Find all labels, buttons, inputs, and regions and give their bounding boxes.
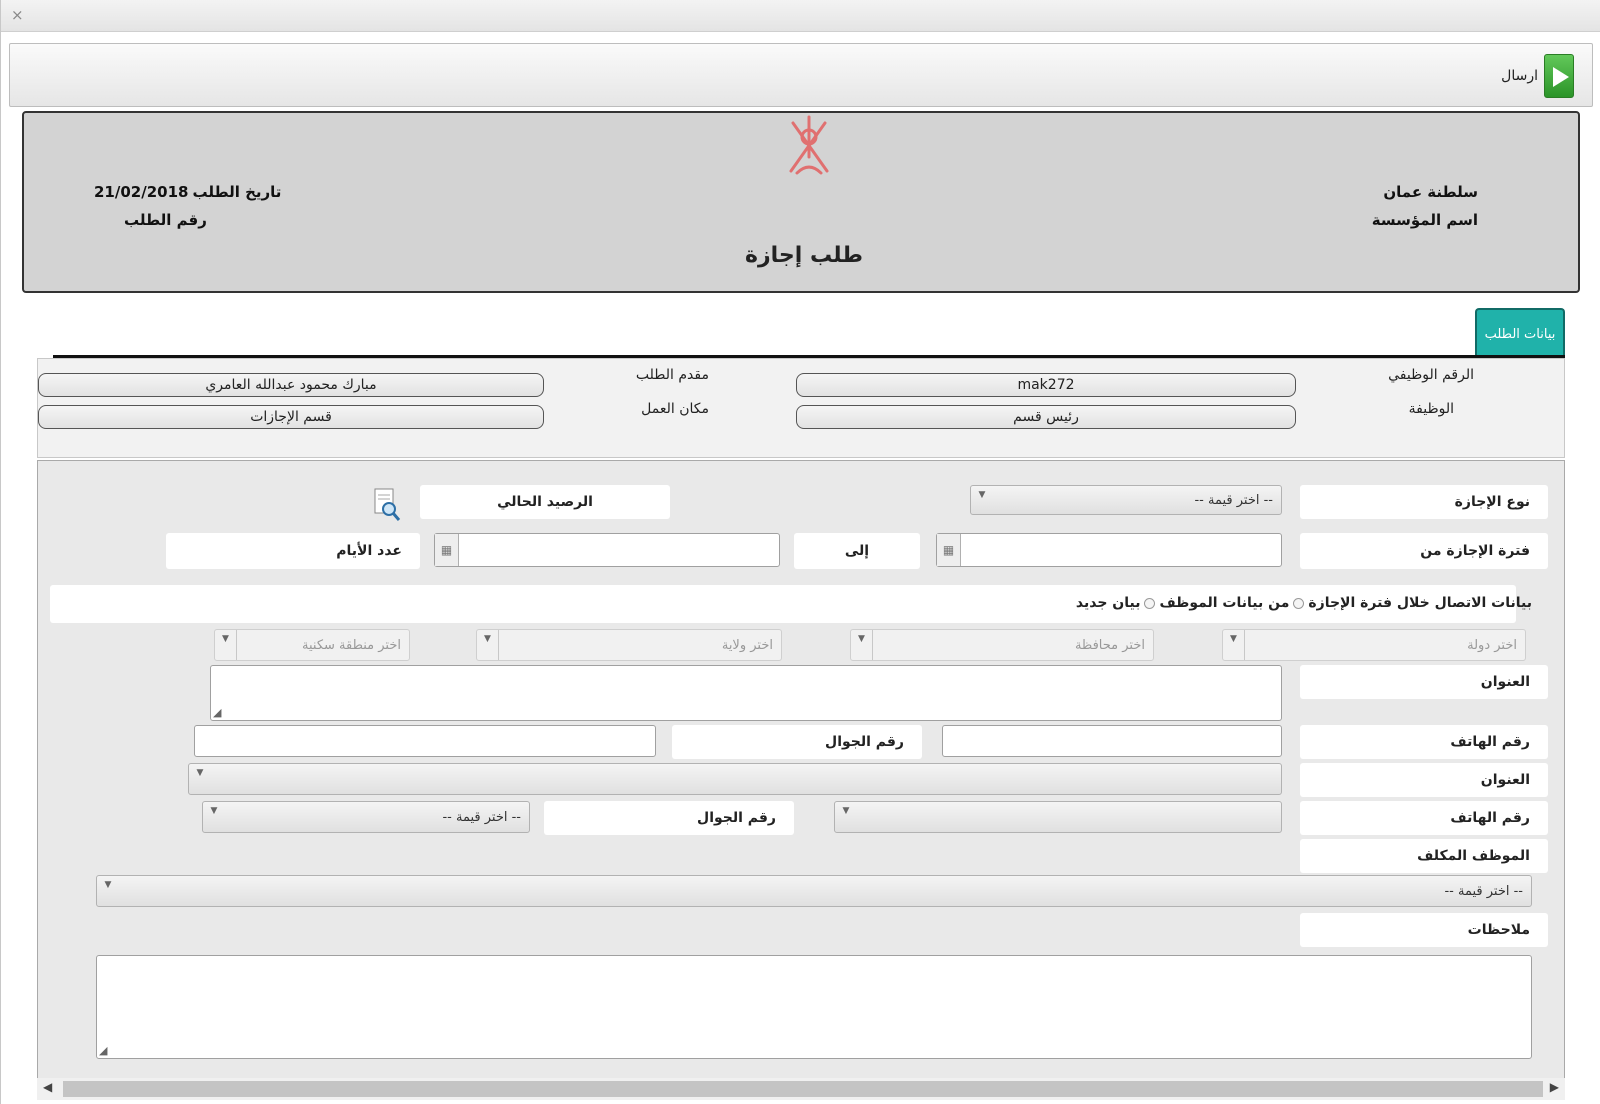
- tab-request-data[interactable]: بيانات الطلب: [1475, 308, 1565, 358]
- dropdown-arrow-icon: ▼: [477, 630, 499, 660]
- residential-area-select[interactable]: اختر منطقة سكنية ▼: [214, 629, 410, 661]
- workplace-field: قسم الإجازات: [38, 405, 544, 429]
- delegate-phone-select[interactable]: ▼: [834, 801, 1282, 833]
- area-value: اختر منطقة سكنية: [302, 637, 401, 653]
- form-header: سلطنة عمان اسم المؤسسة طلب إجازة تاريخ ا…: [22, 111, 1580, 293]
- employee-info-panel: الرقم الوظيفي mak272 مقدم الطلب مبارك مح…: [37, 358, 1565, 458]
- employee-no-field: mak272: [796, 373, 1296, 397]
- governorate-select[interactable]: اختر محافظة ▼: [850, 629, 1154, 661]
- oman-emblem-icon: [789, 115, 829, 175]
- date-from-input[interactable]: ▦: [936, 533, 1282, 567]
- page-title: طلب إجازة: [745, 243, 863, 268]
- workplace-label: مكان العمل: [641, 401, 709, 417]
- calendar-icon[interactable]: ▦: [435, 534, 459, 566]
- assigned-employee-label: الموظف المكلف: [1300, 839, 1548, 873]
- job-field: رئيس قسم: [796, 405, 1296, 429]
- play-arrow-icon: [1544, 54, 1574, 98]
- to-label: إلى: [794, 533, 920, 569]
- leave-type-label: نوع الإجازة: [1300, 485, 1548, 519]
- wilayat-select[interactable]: اختر ولاية ▼: [476, 629, 782, 661]
- dropdown-arrow-icon: ▼: [978, 490, 986, 500]
- title-bar: ×: [1, 0, 1600, 32]
- request-date-value: 21/02/2018: [94, 183, 189, 201]
- contact-options: بيانات الاتصال خلال فترة الإجازة من بيان…: [1076, 595, 1532, 611]
- governorate-value: اختر محافظة: [1074, 637, 1145, 653]
- delegate-mobile-value: -- اختر قيمة --: [442, 809, 521, 825]
- send-button[interactable]: ارسال: [1501, 52, 1574, 100]
- mobile-input[interactable]: [194, 725, 656, 757]
- request-date: تاريخ الطلب 21/02/2018: [94, 183, 281, 201]
- wilayat-value: اختر ولاية: [721, 637, 773, 653]
- delegate-address-label: العنوان: [1300, 763, 1548, 797]
- notes-label: ملاحظات: [1300, 913, 1548, 947]
- horizontal-scrollbar[interactable]: ◀ ▶: [37, 1078, 1565, 1100]
- leave-type-value: -- اختر قيمة --: [1194, 492, 1273, 508]
- close-icon[interactable]: ×: [11, 6, 24, 24]
- document-search-icon[interactable]: [372, 487, 402, 523]
- delegate-phone-label: رقم الهاتف: [1300, 801, 1548, 835]
- calendar-icon[interactable]: ▦: [937, 534, 961, 566]
- request-date-label: تاريخ الطلب: [192, 183, 282, 201]
- leave-form-panel: نوع الإجازة -- اختر قيمة -- ▼ الرصيد الح…: [37, 460, 1565, 1100]
- option-employee-label: من بيانات الموظف: [1159, 595, 1290, 611]
- country-value: اختر دولة: [1467, 637, 1517, 653]
- scroll-left-icon[interactable]: ◀: [43, 1080, 52, 1094]
- app-window: × ارسال سلطنة عمان اسم المؤسسة طلب إجازة…: [0, 0, 1600, 1104]
- mobile-label: رقم الجوال: [672, 725, 922, 759]
- toolbar: ارسال: [9, 43, 1593, 107]
- assigned-employee-value: -- اختر قيمة --: [1444, 883, 1523, 899]
- phone-label: رقم الهاتف: [1300, 725, 1548, 759]
- balance-label: الرصيد الحالي: [420, 485, 670, 519]
- address-label: العنوان: [1300, 665, 1548, 699]
- dropdown-arrow-icon: ▼: [842, 806, 850, 816]
- dropdown-arrow-icon: ▼: [851, 630, 873, 660]
- delegate-mobile-label: رقم الجوال: [544, 801, 794, 835]
- period-from-label: فترة الإجازة من: [1300, 533, 1548, 569]
- dropdown-arrow-icon: ▼: [210, 806, 218, 816]
- scroll-right-icon[interactable]: ▶: [1550, 1080, 1559, 1094]
- applicant-field: مبارك محمود عبدالله العامري: [38, 373, 544, 397]
- option-new-label: بيان جديد: [1075, 595, 1141, 611]
- assigned-employee-select[interactable]: -- اختر قيمة -- ▼: [96, 875, 1532, 907]
- employee-no-label: الرقم الوظيفي: [1388, 367, 1474, 383]
- dropdown-arrow-icon: ▼: [196, 768, 204, 778]
- radio-new-data[interactable]: [1144, 597, 1156, 609]
- phone-input[interactable]: [942, 725, 1282, 757]
- delegate-mobile-select[interactable]: -- اختر قيمة -- ▼: [202, 801, 530, 833]
- resize-handle-icon[interactable]: ◢: [213, 707, 221, 718]
- contact-section-label: بيانات الاتصال خلال فترة الإجازة: [1308, 595, 1532, 611]
- scrollbar-thumb[interactable]: [63, 1081, 1543, 1097]
- address-textarea[interactable]: ◢: [210, 665, 1282, 721]
- dropdown-arrow-icon: ▼: [104, 880, 112, 890]
- dropdown-arrow-icon: ▼: [215, 630, 237, 660]
- country-select[interactable]: اختر دولة ▼: [1222, 629, 1526, 661]
- applicant-label: مقدم الطلب: [635, 367, 709, 383]
- request-number-label: رقم الطلب: [124, 211, 207, 229]
- resize-handle-icon[interactable]: ◢: [99, 1045, 107, 1056]
- send-label: ارسال: [1501, 68, 1538, 84]
- radio-employee-data[interactable]: [1293, 597, 1305, 609]
- delegate-address-select[interactable]: ▼: [188, 763, 1282, 795]
- leave-type-select[interactable]: -- اختر قيمة -- ▼: [970, 485, 1282, 515]
- days-label: عدد الأيام: [166, 533, 420, 569]
- country-name: سلطنة عمان: [1383, 183, 1478, 201]
- job-label: الوظيفة: [1408, 401, 1454, 417]
- dropdown-arrow-icon: ▼: [1223, 630, 1245, 660]
- org-label: اسم المؤسسة: [1371, 211, 1478, 229]
- date-to-input[interactable]: ▦: [434, 533, 780, 567]
- notes-textarea[interactable]: ◢: [96, 955, 1532, 1059]
